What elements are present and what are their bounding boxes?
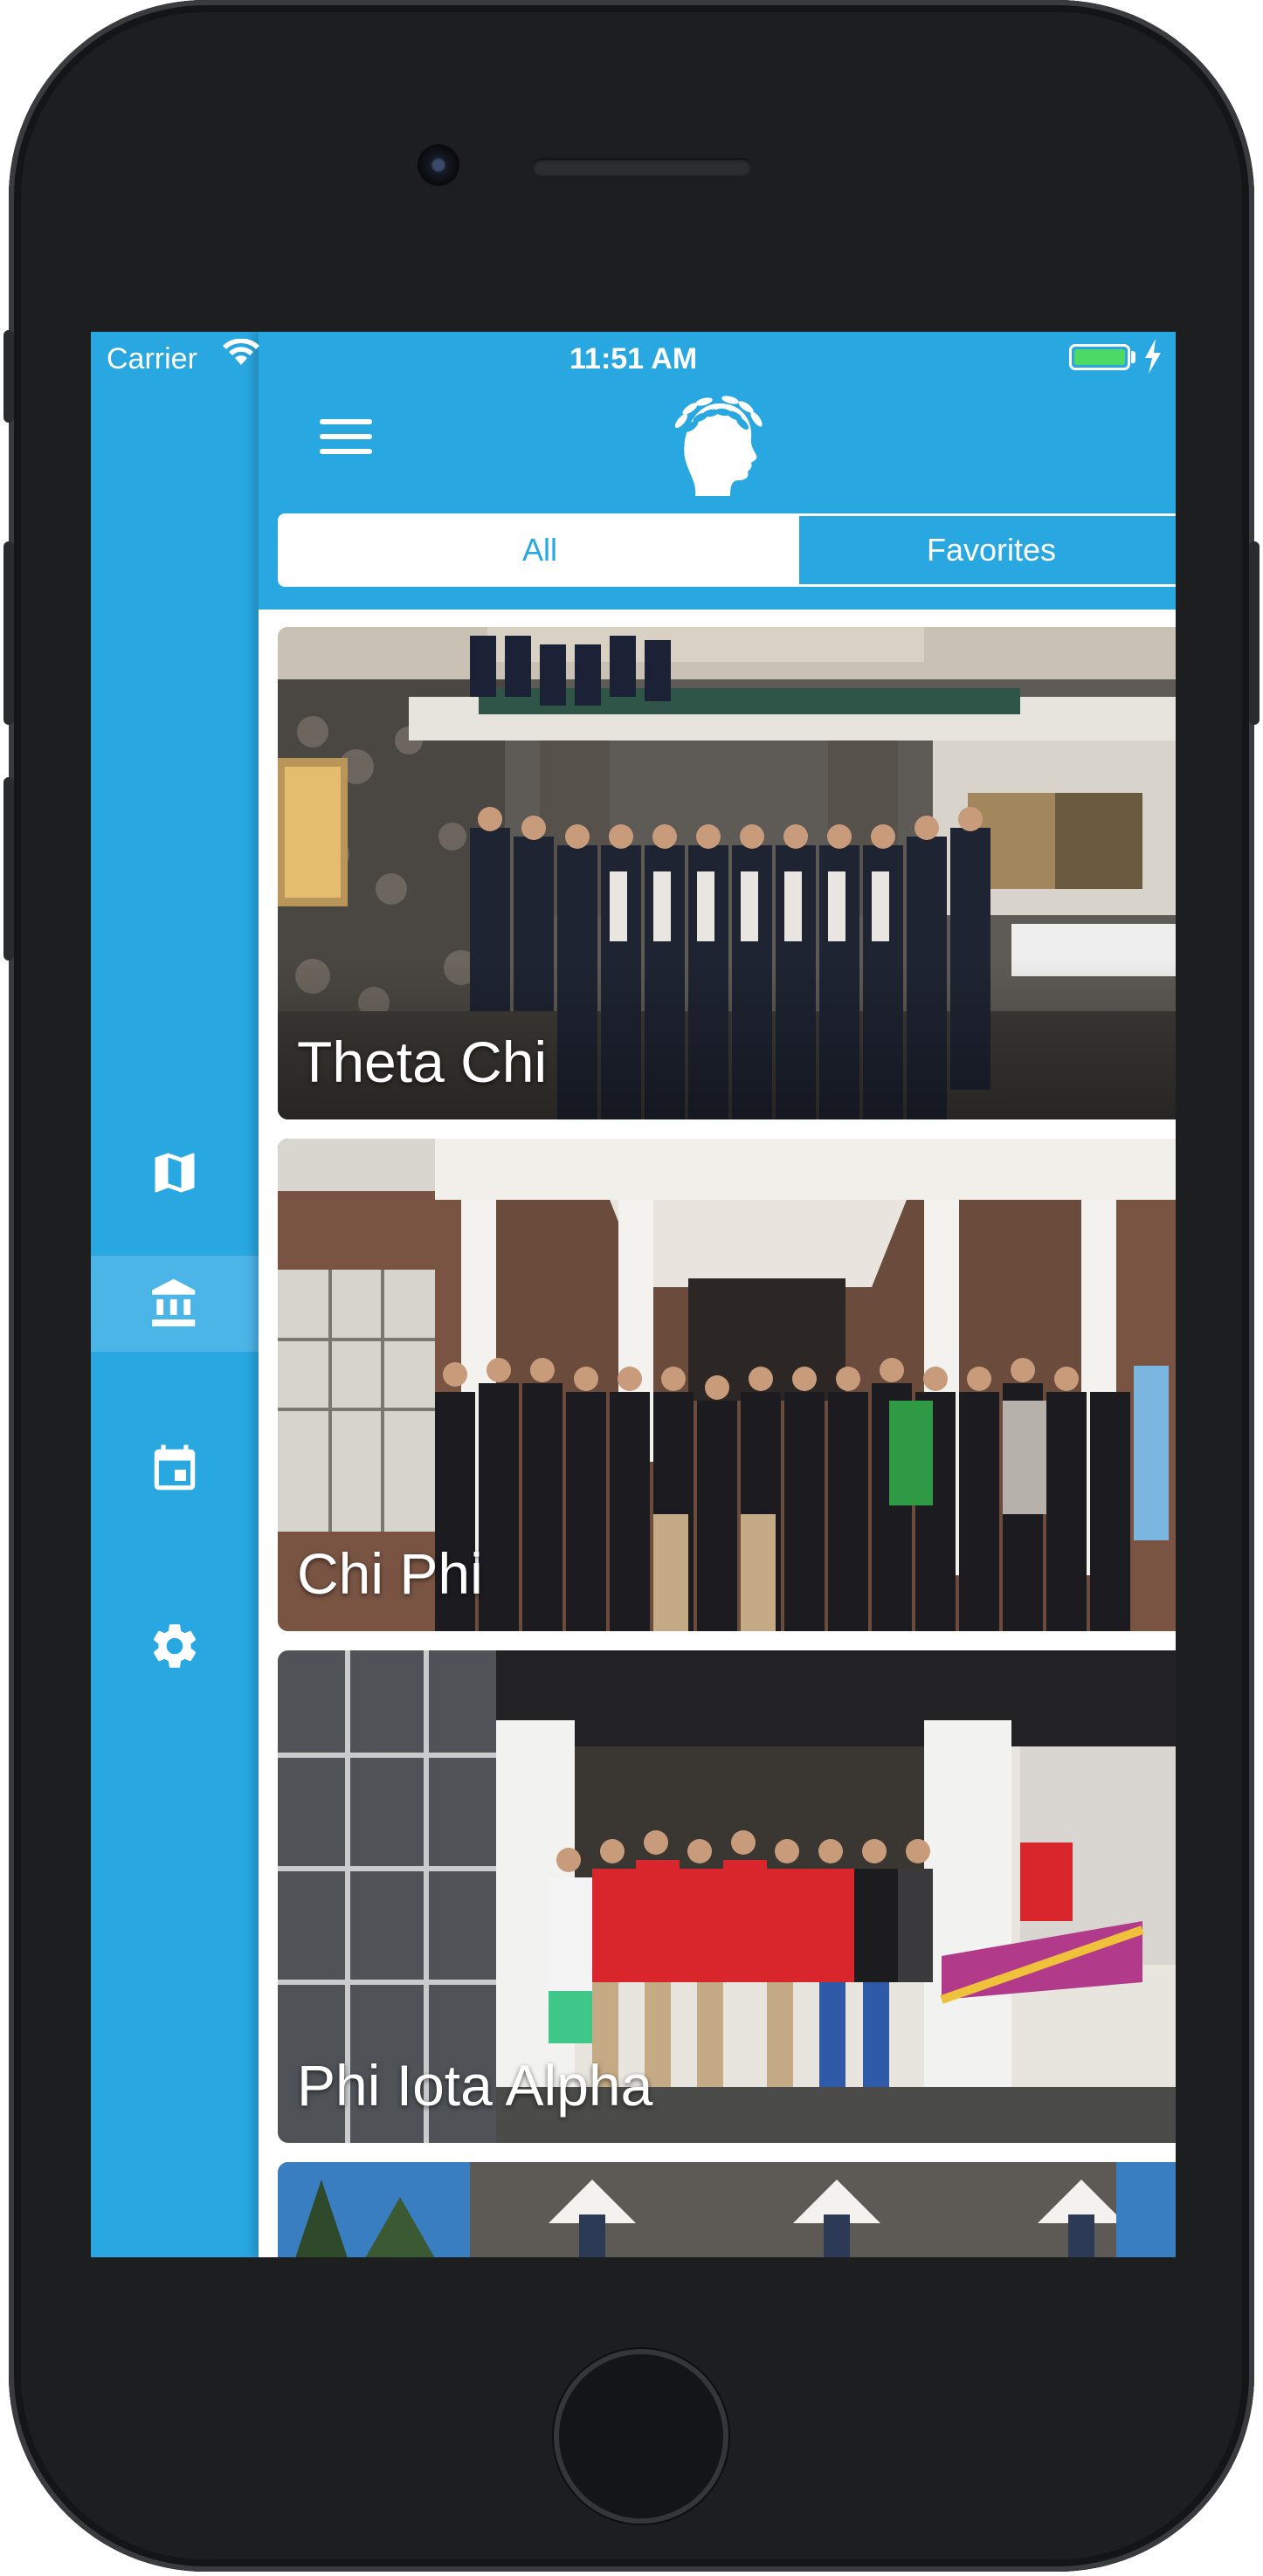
- status-time: 11:51 AM: [569, 342, 698, 375]
- sidebar: [91, 332, 259, 2257]
- carrier-label: Carrier: [107, 342, 197, 375]
- front-camera: [418, 144, 459, 186]
- house-card[interactable]: Theta Chi: [278, 627, 1176, 1119]
- calendar-icon: [154, 1444, 196, 1491]
- house-card[interactable]: [278, 2162, 1176, 2257]
- segmented-control: All Favorites: [278, 513, 1176, 587]
- map-icon: [155, 1153, 195, 1193]
- sidebar-item-calendar[interactable]: [91, 1422, 259, 1518]
- house-photo: [278, 2162, 1176, 2257]
- hamburger-menu-icon[interactable]: [320, 419, 372, 463]
- house-name: Theta Chi: [297, 1030, 548, 1094]
- sidebar-item-houses[interactable]: [91, 1256, 259, 1352]
- sidebar-item-settings[interactable]: [91, 1598, 259, 1694]
- volume-up-button: [3, 541, 14, 725]
- battery-icon: [1069, 344, 1130, 370]
- tab-favorites[interactable]: Favorites: [799, 516, 1176, 584]
- house-card[interactable]: Chi Phi: [278, 1139, 1176, 1631]
- charging-bolt-icon: [1145, 339, 1161, 374]
- earpiece-speaker: [533, 158, 751, 176]
- gear-icon: [153, 1624, 197, 1668]
- main-content: All Favorites Theta Chi Chi Phi Phi Iota…: [259, 332, 1176, 2257]
- app-screen: Carrier 11:51 AM All Favorites Theta Chi…: [91, 332, 1176, 2257]
- volume-down-button: [3, 777, 14, 961]
- sidebar-item-map[interactable]: [91, 1125, 259, 1221]
- house-list: Theta Chi Chi Phi Phi Iota Alpha: [259, 610, 1176, 2257]
- house-name: Phi Iota Alpha: [297, 2053, 653, 2118]
- building-icon: [152, 1278, 196, 1326]
- house-name: Chi Phi: [297, 1541, 483, 1606]
- power-button: [1249, 541, 1260, 725]
- battery-nub: [1131, 351, 1135, 363]
- home-button[interactable]: [554, 2349, 728, 2524]
- silent-switch: [3, 330, 14, 423]
- tab-all[interactable]: All: [280, 516, 799, 584]
- status-bar: Carrier 11:51 AM: [91, 332, 1176, 388]
- wifi-icon: [223, 339, 259, 365]
- laurel-head-logo-icon: [674, 396, 763, 496]
- house-card[interactable]: Phi Iota Alpha: [278, 1650, 1176, 2143]
